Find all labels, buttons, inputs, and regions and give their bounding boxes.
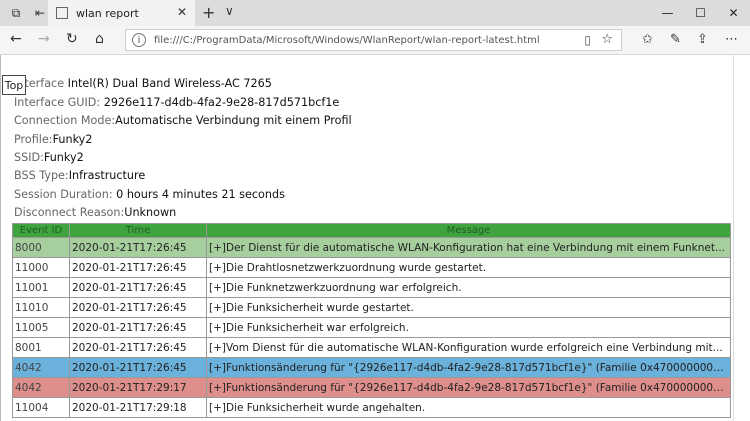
detail-value: Automatische Verbindung mit einem Profil (115, 114, 352, 127)
cell-time: 2020-01-21T17:29:18 (69, 397, 207, 418)
cell-message[interactable]: [+]Funktionsänderung für "{2926e117-d4db… (206, 377, 731, 398)
detail-interface: Interface Intel(R) Dual Band Wireless-AC… (14, 77, 272, 90)
tab-wlan-report[interactable]: wlan report ✕ (48, 0, 195, 26)
navigation-bar: ← → ↻ ⌂ i file:///C:/ProgramData/Microso… (0, 26, 750, 55)
detail-label: Interface GUID: (14, 96, 101, 109)
scrollbar[interactable] (733, 55, 750, 421)
cell-message[interactable]: [+]Die Funksicherheit wurde gestartet. (206, 297, 731, 318)
cell-id: 4042 (12, 357, 70, 378)
table-row[interactable]: 11004 2020-01-21T17:29:18 [+]Die Funksiche… (12, 397, 731, 418)
window-controls: — ☐ ✕ (651, 0, 750, 26)
cell-id: 4042 (12, 377, 70, 398)
cell-time: 2020-01-21T17:26:45 (69, 337, 207, 358)
events-table: Event ID Time Message 8000 2020-01-21T17:… (12, 223, 731, 418)
share-icon[interactable]: ⇪ (697, 32, 708, 47)
tab-title: wlan report (76, 6, 139, 20)
detail-label: BSS Type: (14, 169, 69, 182)
detail-value: 0 hours 4 minutes 21 seconds (116, 188, 285, 201)
cell-message[interactable]: [+]Vom Dienst für die automatische WLAN-… (206, 337, 731, 358)
table-row[interactable]: 11000 2020-01-21T17:26:45 [+]Die Drahtlosn… (12, 257, 731, 278)
close-tab-icon[interactable]: ✕ (177, 5, 187, 19)
cell-message[interactable]: [+]Die Funknetzwerkzuordnung war erfolgr… (206, 277, 731, 298)
detail-value: Funky2 (52, 133, 93, 146)
cell-id: 11005 (12, 317, 70, 338)
url-text[interactable]: file:///C:/ProgramData/Microsoft/Windows… (154, 35, 540, 46)
table-row[interactable]: 8001 2020-01-21T17:26:45 [+]Vom Dienst für… (12, 337, 731, 358)
cell-id: 11000 (12, 257, 70, 278)
detail-label: Connection Mode: (14, 114, 116, 127)
table-row[interactable]: 4042 2020-01-21T17:29:17 [+]Funktionsänder… (12, 377, 731, 398)
cell-message[interactable]: [+]Der Dienst für die automatische WLAN-… (206, 237, 731, 258)
tab-actions-icon[interactable]: ⧉ (8, 5, 24, 21)
tab-menu-chevron-icon[interactable]: ∨ (225, 4, 234, 18)
cell-message[interactable]: [+]Funktionsänderung für "{2926e117-d4db… (206, 357, 731, 378)
info-icon[interactable]: i (132, 33, 146, 47)
cell-id: 8001 (12, 337, 70, 358)
refresh-icon[interactable]: ↻ (66, 31, 78, 47)
cell-time: 2020-01-21T17:26:45 (69, 317, 207, 338)
forward-arrow-icon[interactable]: → (38, 31, 50, 47)
detail-label: SSID: (14, 151, 44, 164)
cell-message[interactable]: [+]Die Funksicherheit wurde angehalten. (206, 397, 731, 418)
back-tabs-icon[interactable]: ⇤ (32, 5, 48, 21)
cell-id: 11004 (12, 397, 70, 418)
detail-value: Unknown (124, 206, 177, 219)
page-favicon-icon (56, 7, 68, 19)
top-button[interactable]: Top (2, 75, 26, 95)
detail-disconnect-reason: Disconnect Reason:Unknown (14, 206, 176, 219)
detail-value: 2926e117-d4db-4fa2-9e28-817d571bcf1e (103, 96, 340, 109)
detail-session-duration: Session Duration: 0 hours 4 minutes 21 s… (14, 188, 285, 201)
header-time[interactable]: Time (69, 223, 207, 238)
cell-time: 2020-01-21T17:29:17 (69, 377, 207, 398)
detail-profile: Profile:Funky2 (14, 133, 92, 146)
detail-label: Session Duration: (14, 188, 113, 201)
detail-value: Infrastructure (68, 169, 146, 182)
table-row[interactable]: 11010 2020-01-21T17:26:45 [+]Die Funksiche… (12, 297, 731, 318)
pen-icon[interactable]: ✎ (670, 32, 681, 47)
detail-bss-type: BSS Type:Infrastructure (14, 169, 145, 182)
cell-message[interactable]: [+]Die Funksicherheit war erfolgreich. (206, 317, 731, 338)
cell-id: 11001 (12, 277, 70, 298)
detail-value: Funky2 (43, 151, 84, 164)
favorites-icon[interactable]: ✩ (642, 32, 653, 47)
close-window-icon[interactable]: ✕ (717, 0, 750, 26)
table-row[interactable]: 11001 2020-01-21T17:26:45 [+]Die Funknetzw… (12, 277, 731, 298)
cell-id: 11010 (12, 297, 70, 318)
detail-interface-guid: Interface GUID: 2926e117-d4db-4fa2-9e28-… (14, 96, 339, 109)
address-bar[interactable]: i file:///C:/ProgramData/Microsoft/Windo… (125, 29, 622, 51)
header-event-id[interactable]: Event ID (12, 223, 70, 238)
maximize-icon[interactable]: ☐ (684, 0, 717, 26)
favorite-star-icon[interactable]: ☆ (601, 32, 613, 47)
cell-time: 2020-01-21T17:26:45 (69, 297, 207, 318)
detail-ssid: SSID:Funky2 (14, 151, 84, 164)
detail-connection-mode: Connection Mode:Automatische Verbindung … (14, 114, 352, 127)
detail-value: Intel(R) Dual Band Wireless-AC 7265 (67, 77, 272, 90)
table-row[interactable]: 4042 2020-01-21T17:26:45 [+]Funktionsänder… (12, 357, 731, 378)
cell-message[interactable]: [+]Die Drahtlosnetzwerkzuordnung wurde g… (206, 257, 731, 278)
table-row[interactable]: 11005 2020-01-21T17:26:45 [+]Die Funksiche… (12, 317, 731, 338)
cell-time: 2020-01-21T17:26:45 (69, 277, 207, 298)
table-row[interactable]: 8000 2020-01-21T17:26:45 [+]Der Dienst für… (12, 237, 731, 258)
table-header-row: Event ID Time Message (12, 223, 731, 238)
cell-time: 2020-01-21T17:26:45 (69, 357, 207, 378)
new-tab-button[interactable]: + (202, 3, 215, 22)
header-message[interactable]: Message (206, 223, 731, 238)
more-icon[interactable]: ⋯ (725, 32, 738, 47)
cell-time: 2020-01-21T17:26:45 (69, 257, 207, 278)
detail-label: Profile: (14, 133, 53, 146)
back-arrow-icon[interactable]: ← (10, 31, 22, 47)
minimize-icon[interactable]: — (651, 0, 684, 26)
cell-time: 2020-01-21T17:26:45 (69, 237, 207, 258)
cell-id: 8000 (12, 237, 70, 258)
home-icon[interactable]: ⌂ (95, 31, 104, 47)
reading-view-icon[interactable]: ▯ (584, 33, 591, 47)
detail-label: Disconnect Reason: (14, 206, 125, 219)
